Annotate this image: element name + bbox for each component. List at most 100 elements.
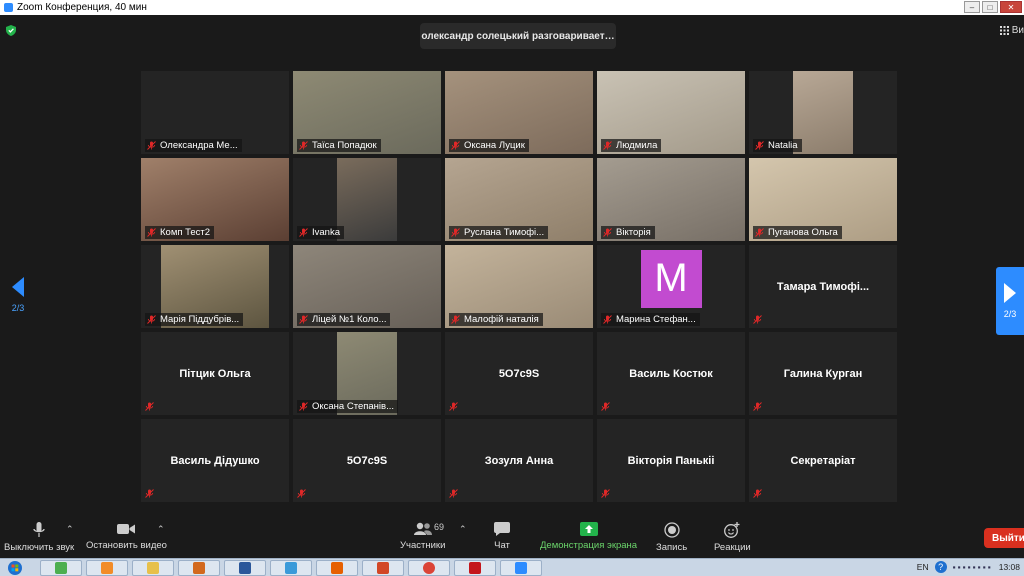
participant-name: Тамара Тимофі... xyxy=(776,280,870,293)
muted-mic-icon xyxy=(451,315,460,324)
participant-name-label: Ivanka xyxy=(297,226,344,239)
prev-page-button[interactable]: 2/3 xyxy=(8,277,28,313)
muted-mic-icon xyxy=(147,315,156,324)
participant-tile[interactable]: 5O7c9S xyxy=(293,419,441,502)
folder-icon xyxy=(147,562,159,574)
participant-grid: Олександра Ме... Taïca Попадюк Оксана Луци… xyxy=(141,71,897,502)
meeting-toolbar: Выключить звук ⌃ Остановить видео ⌃ Учас… xyxy=(0,518,1024,558)
participant-tile[interactable]: Пуганова Ольга xyxy=(749,158,897,241)
taskbar-app-10[interactable] xyxy=(454,560,496,576)
participant-tile[interactable]: Комп Тест2 xyxy=(141,158,289,241)
participant-name: Марина Стефан... xyxy=(616,314,696,325)
leave-meeting-button[interactable]: Выйти xyxy=(984,528,1024,548)
taskbar-app-3[interactable] xyxy=(132,560,174,576)
chat-bubble-icon xyxy=(494,522,510,536)
taskbar-chrome[interactable] xyxy=(408,560,450,576)
help-icon[interactable]: ? xyxy=(934,561,947,573)
participant-name-label: Natalia xyxy=(753,139,802,152)
participant-tile[interactable]: Taïca Попадюк xyxy=(293,71,441,154)
view-toggle-button[interactable]: Ви xyxy=(999,25,1024,36)
taskbar-word[interactable] xyxy=(224,560,266,576)
participant-tile[interactable]: Вікторія Панькіі xyxy=(597,419,745,502)
participant-tile[interactable]: Зозуля Анна xyxy=(445,419,593,502)
muted-mic-icon xyxy=(299,228,308,237)
participant-tile[interactable]: Василь Костюк xyxy=(597,332,745,415)
chat-button[interactable]: Чат xyxy=(494,522,510,551)
stop-video-button[interactable]: Остановить видео xyxy=(86,522,167,551)
close-window-button[interactable]: ✕ xyxy=(1000,1,1022,13)
participant-tile[interactable]: Василь Дідушко xyxy=(141,419,289,502)
muted-mic-icon xyxy=(753,402,762,411)
meeting-stage: олександр солецький разговаривает… Ви 2/… xyxy=(0,15,1024,518)
share-screen-button[interactable]: Демонстрация экрана xyxy=(540,522,637,551)
gallery-view-icon xyxy=(999,26,1009,35)
participant-tile[interactable]: M Марина Стефан... xyxy=(597,245,745,328)
language-indicator[interactable]: EN xyxy=(917,562,929,572)
participant-name-label: Олександра Ме... xyxy=(145,139,242,152)
muted-mic-icon xyxy=(299,141,308,150)
chevron-left-icon xyxy=(12,277,24,297)
record-icon xyxy=(663,522,680,538)
maximize-button[interactable]: □ xyxy=(982,1,998,13)
taskbar-app-2[interactable] xyxy=(86,560,128,576)
taskbar-zoom[interactable] xyxy=(500,560,542,576)
share-screen-icon xyxy=(579,522,598,536)
participant-tile[interactable]: Оксана Луцик xyxy=(445,71,593,154)
system-tray: EN ? ▪▪▪▪▪▪▪▪ 13:08 xyxy=(917,561,1020,573)
participant-tile[interactable]: Малофій наталія xyxy=(445,245,593,328)
leave-meeting-label: Выйти xyxy=(992,532,1024,544)
muted-mic-icon xyxy=(755,228,764,237)
participant-video-feed xyxy=(793,71,853,154)
participants-options-caret-icon[interactable]: ⌃ xyxy=(459,524,467,535)
app-icon xyxy=(101,562,113,574)
participant-name: Пуганова Ольга xyxy=(768,227,838,238)
participant-tile[interactable]: Олександра Ме... xyxy=(141,71,289,154)
participant-tile[interactable]: Руслана Тимофі... xyxy=(445,158,593,241)
muted-mic-icon xyxy=(451,141,460,150)
participant-tile[interactable]: 5O7c9S xyxy=(445,332,593,415)
video-options-caret-icon[interactable]: ⌃ xyxy=(157,524,165,535)
participant-tile[interactable]: Вікторія xyxy=(597,158,745,241)
muted-mic-icon xyxy=(449,489,458,498)
participant-name-label: Комп Тест2 xyxy=(145,226,215,239)
mute-button[interactable]: Выключить звук xyxy=(4,522,74,553)
participant-tile[interactable]: Пітцик Ольга xyxy=(141,332,289,415)
muted-mic-icon xyxy=(601,489,610,498)
chat-label: Чат xyxy=(494,540,510,551)
participant-tile[interactable]: Ліцей №1 Коло... xyxy=(293,245,441,328)
participant-name: Пітцик Ольга xyxy=(179,367,251,380)
taskbar-app-7[interactable] xyxy=(316,560,358,576)
view-toggle-label: Ви xyxy=(1011,25,1024,36)
taskbar-app-8[interactable] xyxy=(362,560,404,576)
participant-name-label: Марія Піддубрів... xyxy=(145,313,244,326)
participant-tile[interactable]: Людмила xyxy=(597,71,745,154)
participant-tile[interactable]: Оксана Степанів... xyxy=(293,332,441,415)
minimize-button[interactable]: – xyxy=(964,1,980,13)
muted-mic-icon xyxy=(753,315,762,324)
tray-icons[interactable]: ▪▪▪▪▪▪▪▪ xyxy=(953,562,993,572)
participant-name: 5O7c9S xyxy=(498,367,540,380)
taskbar-app-4[interactable] xyxy=(178,560,220,576)
window-title: Zoom Конференция, 40 мин xyxy=(17,2,147,13)
browser-icon xyxy=(285,562,297,574)
muted-mic-icon xyxy=(603,315,612,324)
participant-name: Ліцей №1 Коло... xyxy=(312,314,387,325)
record-button[interactable]: Запись xyxy=(656,522,687,553)
participant-tile[interactable]: Секретаріат xyxy=(749,419,897,502)
participant-name: Natalia xyxy=(768,140,798,151)
taskbar-app-1[interactable] xyxy=(40,560,82,576)
participant-tile[interactable]: Natalia xyxy=(749,71,897,154)
audio-options-caret-icon[interactable]: ⌃ xyxy=(66,524,74,535)
participant-tile[interactable]: Тамара Тимофі... xyxy=(749,245,897,328)
start-button[interactable] xyxy=(2,560,28,576)
participant-tile[interactable]: Марія Піддубрів... xyxy=(141,245,289,328)
participant-tile[interactable]: Галина Курган xyxy=(749,332,897,415)
next-page-button[interactable]: 2/3 xyxy=(996,267,1024,335)
reactions-button[interactable]: Реакции xyxy=(714,522,751,553)
clock: 13:08 xyxy=(998,562,1020,572)
participant-tile[interactable]: Ivanka xyxy=(293,158,441,241)
taskbar-app-6[interactable] xyxy=(270,560,312,576)
encryption-shield-icon[interactable] xyxy=(6,25,16,36)
reaction-smiley-icon xyxy=(724,522,740,538)
participants-count: 69 xyxy=(434,522,445,532)
